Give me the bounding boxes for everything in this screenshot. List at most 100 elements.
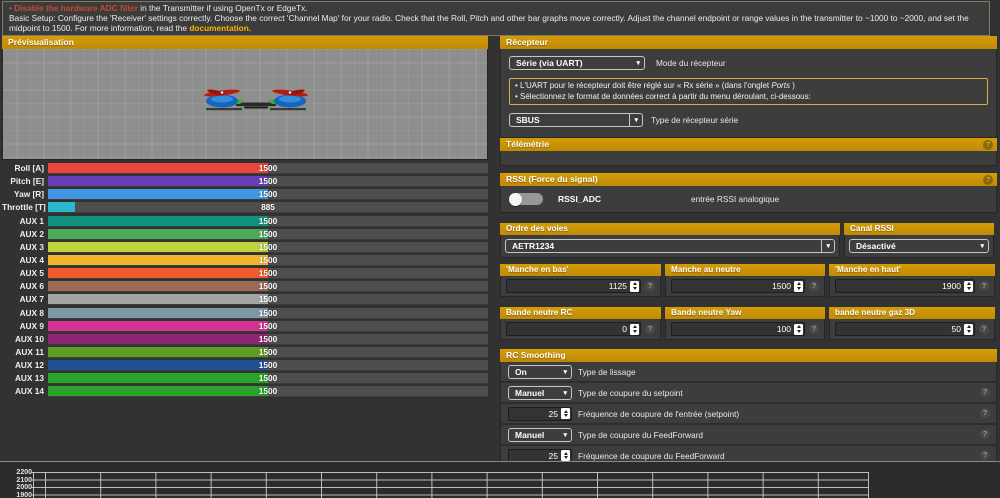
channel-track: 1500: [48, 255, 488, 266]
channel-value: 1500: [48, 176, 488, 187]
chevron-down-icon: ▾: [563, 368, 567, 376]
channel-label: Throttle [T]: [2, 202, 44, 213]
rssi-title: RSSI (Force du signal): [506, 174, 598, 184]
channel-value: 1500: [48, 360, 488, 371]
help-icon[interactable]: ?: [809, 324, 819, 334]
channel-label: AUX 2: [2, 229, 44, 240]
serial-provider-value: SBUS: [516, 115, 625, 125]
spinner-control[interactable]: [561, 450, 570, 461]
spinner-control[interactable]: [964, 324, 973, 335]
channel-row: AUX 4 1500: [2, 255, 488, 266]
chevron-down-icon: ▾: [629, 114, 638, 126]
graph-grid: [0, 462, 1000, 498]
channel-track: 1500: [48, 334, 488, 345]
rc-deadband-header: Bande neutre RC: [500, 307, 661, 319]
channel-row: AUX 2 1500: [2, 229, 488, 240]
help-icon[interactable]: ?: [980, 387, 990, 397]
rc-deadband-value: 0: [622, 324, 627, 334]
channel-track: 1500: [48, 268, 488, 279]
chevron-down-icon: ▾: [821, 240, 830, 252]
feedforward-cutoff-type-label: Type de coupure du FeedForward: [578, 430, 703, 440]
channel-value: 885: [48, 202, 488, 213]
rc-smoothing-header: RC Smoothing: [500, 349, 997, 362]
rc-deadband-input[interactable]: 0: [506, 322, 641, 336]
help-icon[interactable]: ?: [645, 324, 655, 334]
throttle-3d-deadband-value: 50: [952, 324, 961, 334]
help-icon[interactable]: ?: [980, 408, 990, 418]
note-line1-italic: Ports: [771, 81, 790, 90]
stick-min-panel: 'Manche en bas' 1125 ?: [500, 264, 661, 297]
smoothing-type-label: Type de lissage: [578, 367, 636, 377]
spinner-control[interactable]: [561, 408, 570, 419]
spinner-control[interactable]: [630, 324, 639, 335]
channel-row: AUX 91500: [2, 321, 488, 332]
rssi-adc-toggle[interactable]: [509, 193, 543, 205]
chevron-down-icon: ▾: [563, 431, 567, 439]
preview-panel: Prévisualisation: [2, 36, 488, 160]
receiver-mode-select[interactable]: Série (via UART) ▾: [509, 56, 645, 70]
banner-warning-highlight: • Disable the hardware ADC filter: [9, 3, 138, 13]
telemetry-panel-header: Télémétrie ?: [500, 138, 997, 151]
channel-row: AUX 101500: [2, 334, 488, 345]
model-preview-canvas[interactable]: [2, 49, 488, 160]
channel-row: AUX 71500: [2, 294, 488, 305]
note-line2: • Sélectionnez le format de données corr…: [515, 92, 982, 103]
channel-track: 1500: [48, 176, 488, 187]
channel-value: 1500: [48, 242, 488, 253]
rssi-panel-header: RSSI (Force du signal) ?: [500, 173, 997, 186]
channel-label: AUX 4: [2, 255, 44, 266]
channel-row: AUX 121500: [2, 360, 488, 371]
stick-max-input[interactable]: 1900: [835, 279, 975, 293]
receiver-tab-page: • Disable the hardware ADC filter in the…: [0, 0, 1000, 498]
channel-track: 1500: [48, 281, 488, 292]
help-icon[interactable]: ?: [980, 429, 990, 439]
help-icon[interactable]: ?: [983, 175, 993, 185]
banner-body-line: Basic Setup: Configure the 'Receiver' se…: [9, 14, 983, 34]
help-icon[interactable]: ?: [983, 140, 993, 150]
help-icon[interactable]: ?: [809, 281, 819, 291]
channel-map-select[interactable]: AETR1234 ▾: [505, 239, 835, 253]
documentation-link[interactable]: documentation.: [189, 23, 251, 33]
yaw-deadband-input[interactable]: 100: [671, 322, 805, 336]
help-icon[interactable]: ?: [645, 281, 655, 291]
yaw-deadband-value: 100: [777, 324, 791, 334]
channel-row: AUX 141500: [2, 386, 488, 397]
spinner-control[interactable]: [630, 281, 639, 292]
receiver-panel-header: Récepteur: [500, 36, 997, 49]
rssi-channel-header: Canal RSSI: [844, 223, 994, 235]
channel-track: 1500: [48, 229, 488, 240]
feedforward-cutoff-type-select[interactable]: Manuel▾: [508, 428, 572, 442]
stick-min-input[interactable]: 1125: [506, 279, 641, 293]
spinner-control[interactable]: [794, 281, 803, 292]
channel-track: 1500: [48, 294, 488, 305]
setpoint-cutoff-type-label: Type de coupure du setpoint: [578, 388, 683, 398]
stick-min-value: 1125: [609, 281, 627, 291]
help-icon[interactable]: ?: [980, 450, 990, 460]
channel-value: 1500: [48, 163, 488, 174]
smoothing-type-select[interactable]: On▾: [508, 365, 572, 379]
channel-track: 1500: [48, 242, 488, 253]
channel-label: AUX 13: [2, 373, 44, 384]
setpoint-cutoff-freq-input[interactable]: 25: [508, 407, 572, 421]
help-icon[interactable]: ?: [979, 281, 989, 291]
rssi-channel-select[interactable]: Désactivé ▾: [849, 239, 989, 253]
channel-row: Roll [A]1500: [2, 163, 488, 174]
feedforward-cutoff-type-row: Manuel▾ Type de coupure du FeedForward ?: [501, 423, 996, 444]
stick-center-input[interactable]: 1500: [671, 279, 805, 293]
channel-label: Yaw [R]: [2, 189, 44, 200]
throttle-3d-deadband-input[interactable]: 50: [835, 322, 975, 336]
stick-center-header: Manche au neutre: [665, 264, 825, 276]
help-icon[interactable]: ?: [979, 324, 989, 334]
setpoint-cutoff-freq-row: 25 Fréquence de coupure de l'entrée (set…: [501, 402, 996, 423]
spinner-control[interactable]: [794, 324, 803, 335]
channel-label: AUX 11: [2, 347, 44, 358]
rc-smoothing-type-row: On▾ Type de lissage: [501, 362, 996, 381]
setpoint-cutoff-type-select[interactable]: Manuel▾: [508, 386, 572, 400]
channel-value: 1500: [48, 334, 488, 345]
serial-provider-select[interactable]: SBUS ▾: [509, 113, 643, 127]
spinner-control[interactable]: [964, 281, 973, 292]
channel-row: AUX 61500: [2, 281, 488, 292]
note-line1: • L'UART pour le récepteur doit être rég…: [515, 81, 771, 90]
channel-row: AUX 81500: [2, 308, 488, 319]
receiver-mode-value: Série (via UART): [516, 58, 632, 68]
